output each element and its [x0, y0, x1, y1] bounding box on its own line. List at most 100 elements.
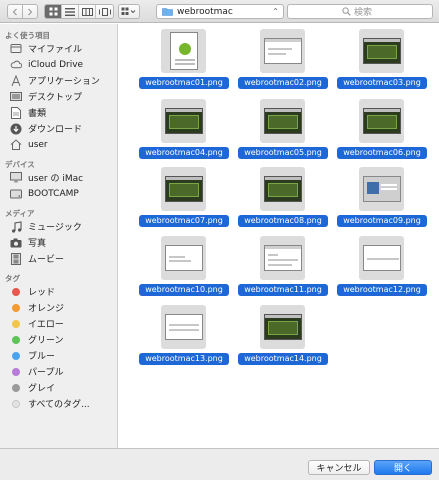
file-thumbnail [161, 167, 206, 211]
file-thumbnail [161, 305, 206, 349]
list-view-button[interactable] [62, 5, 79, 18]
sidebar-item-label: user の iMac [28, 174, 84, 184]
search-field[interactable]: 検索 [287, 4, 433, 19]
sidebar-item-label: イエロー [28, 320, 64, 330]
sidebar-item-label: すべてのタグ... [28, 400, 90, 410]
applications-icon [10, 74, 22, 87]
sidebar-item-music[interactable]: ミュージック [10, 219, 82, 234]
file-thumbnail [161, 236, 206, 280]
file-item[interactable]: webrootmac13.png [139, 305, 229, 373]
file-item[interactable]: webrootmac10.png [139, 236, 229, 304]
file-item[interactable]: webrootmac07.png [139, 167, 229, 235]
sidebar-item-label: オレンジ [28, 304, 65, 314]
forward-button[interactable] [22, 4, 38, 19]
file-thumbnail [260, 167, 305, 211]
sidebar-item-user-home[interactable]: user [10, 137, 48, 152]
media-heading: メディア [5, 209, 35, 218]
tag-color-dot [12, 367, 20, 376]
arrange-button[interactable] [118, 4, 140, 19]
sidebar-item-bootcamp[interactable]: BOOTCAMP [10, 186, 79, 201]
file-name: webrootmac12.png [337, 284, 427, 296]
tag-color-dot [12, 399, 20, 408]
file-item[interactable]: webrootmac09.png [337, 167, 427, 235]
sidebar-tag-red[interactable]: レッド [10, 284, 55, 299]
file-thumbnail [359, 29, 404, 73]
sidebar-item-label: マイファイル [28, 45, 83, 55]
sidebar-item-movies[interactable]: ムービー [10, 251, 64, 266]
sidebar-item-imac[interactable]: user の iMac [10, 170, 83, 185]
toolbar: webrootmac ⌃ 検索 [0, 0, 439, 23]
file-item[interactable]: webrootmac02.png [238, 29, 328, 97]
cloud-icon [10, 59, 22, 71]
sidebar-item-documents[interactable]: 書類 [10, 105, 46, 120]
sidebar-tag-yellow[interactable]: イエロー [10, 316, 64, 331]
file-item[interactable]: webrootmac08.png [238, 167, 328, 235]
file-thumbnail [161, 99, 206, 143]
sidebar-item-label: iCloud Drive [28, 59, 84, 70]
search-placeholder: 検索 [354, 8, 373, 18]
file-item[interactable]: webrootmac03.png [337, 29, 427, 97]
column-view-icon [81, 7, 93, 16]
desktop-icon [10, 91, 22, 103]
sidebar-tag-green[interactable]: グリーン [10, 332, 64, 347]
file-name: webrootmac11.png [238, 284, 328, 296]
column-view-button[interactable] [79, 5, 96, 18]
sidebar-item-applications[interactable]: アプリケーション [10, 73, 100, 88]
sidebar-item-label: ミュージック [28, 223, 82, 233]
file-item[interactable]: webrootmac14.png [238, 305, 328, 373]
file-name: webrootmac07.png [139, 215, 229, 227]
sidebar-item-label: レッド [28, 288, 56, 298]
path-popup[interactable]: webrootmac ⌃ [156, 4, 284, 19]
sidebar-item-label: アプリケーション [28, 77, 100, 87]
sidebar-tag-blue[interactable]: ブルー [10, 348, 55, 363]
file-thumbnail [260, 29, 305, 73]
file-item[interactable]: webrootmac01.png [139, 29, 229, 97]
all-files-icon [10, 43, 22, 55]
sidebar-item-desktop[interactable]: デスクトップ [10, 89, 82, 104]
coverflow-view-button[interactable] [96, 5, 113, 18]
sidebar-item-label: user [28, 139, 48, 150]
sidebar-item-all-files[interactable]: マイファイル [10, 41, 82, 56]
tag-color-dot [12, 335, 20, 344]
tag-color-dot [12, 287, 20, 296]
sidebar-item-label: BOOTCAMP [28, 188, 79, 199]
music-icon [10, 220, 22, 233]
sidebar-item-label: パープル [28, 368, 64, 378]
sidebar-item-label: グレイ [28, 384, 56, 394]
sidebar-tag-all[interactable]: すべてのタグ... [10, 396, 90, 411]
dialog-footer: キャンセル 開く [0, 448, 439, 480]
file-name: webrootmac01.png [139, 77, 229, 89]
sidebar-item-downloads[interactable]: ダウンロード [10, 121, 82, 136]
sidebar-tag-orange[interactable]: オレンジ [10, 300, 64, 315]
sidebar-item-photos[interactable]: 写真 [10, 235, 46, 250]
file-thumbnail [359, 236, 404, 280]
list-view-icon [65, 7, 75, 16]
download-icon [10, 123, 22, 135]
updown-chevron-icon: ⌃ [272, 7, 279, 16]
sidebar-item-label: 書類 [28, 109, 47, 119]
file-thumbnail [161, 29, 206, 73]
cancel-button[interactable]: キャンセル [308, 460, 370, 475]
file-name: webrootmac14.png [238, 353, 328, 365]
file-item[interactable]: webrootmac12.png [337, 236, 427, 304]
sidebar-tag-gray[interactable]: グレイ [10, 380, 55, 395]
open-button[interactable]: 開く [374, 460, 432, 475]
icon-view-button[interactable] [45, 5, 62, 18]
imac-icon [10, 172, 22, 184]
file-item[interactable]: webrootmac11.png [238, 236, 328, 304]
favorites-heading: よく使う項目 [5, 31, 50, 40]
sidebar-item-icloud-drive[interactable]: iCloud Drive [10, 57, 83, 72]
file-thumbnail [260, 305, 305, 349]
sidebar-tag-purple[interactable]: パープル [10, 364, 63, 379]
back-button[interactable] [7, 4, 23, 19]
file-item[interactable]: webrootmac04.png [139, 99, 229, 167]
tag-color-dot [12, 303, 20, 312]
search-icon [342, 7, 351, 16]
path-label: webrootmac [177, 6, 233, 17]
file-thumbnail [359, 167, 404, 211]
disk-icon [10, 188, 22, 200]
file-item[interactable]: webrootmac05.png [238, 99, 328, 167]
view-mode-segmented-control [44, 4, 114, 19]
file-item[interactable]: webrootmac06.png [337, 99, 427, 167]
file-name: webrootmac08.png [238, 215, 328, 227]
